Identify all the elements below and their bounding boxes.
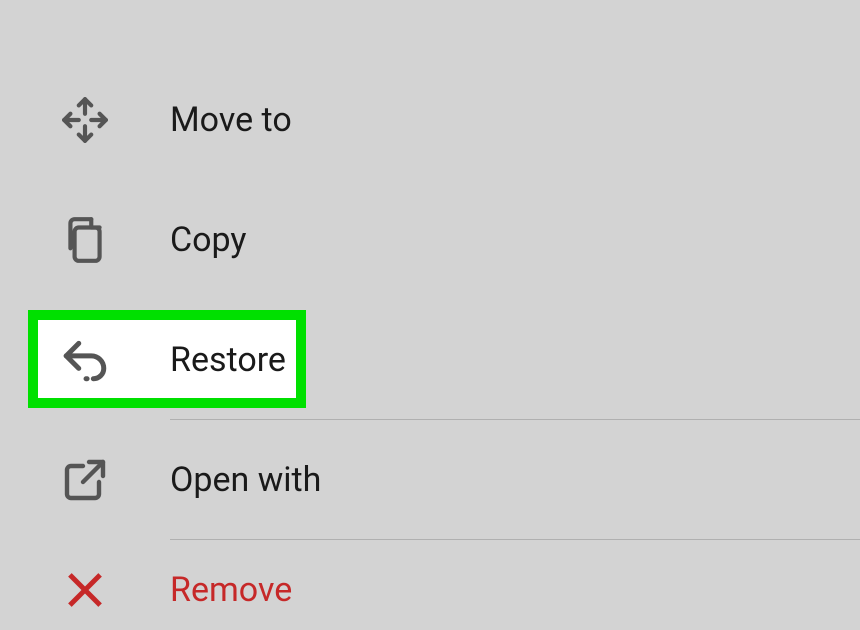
menu-item-remove[interactable]: Remove — [0, 550, 860, 630]
restore-icon — [0, 338, 170, 382]
menu-item-restore[interactable]: Restore — [0, 300, 860, 420]
menu-item-move-to[interactable]: Move to — [0, 60, 860, 180]
context-menu: Move to Copy Restore — [0, 0, 860, 630]
menu-item-label: Remove — [170, 570, 292, 610]
divider — [170, 539, 860, 540]
menu-item-label: Open with — [170, 460, 321, 500]
open-with-icon — [0, 456, 170, 504]
menu-item-label: Copy — [170, 220, 247, 260]
remove-icon — [0, 570, 170, 610]
copy-icon — [0, 214, 170, 266]
menu-item-copy[interactable]: Copy — [0, 180, 860, 300]
move-icon — [0, 95, 170, 145]
menu-item-label: Move to — [170, 100, 292, 140]
menu-item-open-with[interactable]: Open with — [0, 420, 860, 540]
menu-item-label: Restore — [170, 340, 286, 380]
